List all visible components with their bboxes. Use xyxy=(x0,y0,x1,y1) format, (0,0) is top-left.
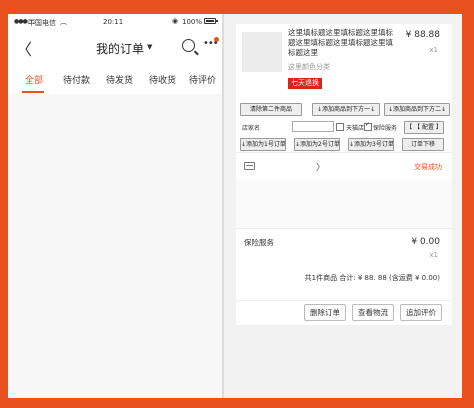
phone-divider xyxy=(222,14,224,398)
add-order-3-button[interactable]: ↓添加为3号订单 xyxy=(348,138,394,151)
carrier-label: 中国电信 xyxy=(28,19,56,27)
tmall-label: 天猫店 xyxy=(346,125,365,132)
product-title: 这里填标题这里填标题这里填标题这里填标题这里填标题这里填标题这里 xyxy=(288,28,393,57)
product-spec: 这里颜色分类 xyxy=(288,63,330,71)
nav-bar: 〈 我的订单 ▼ ••• xyxy=(8,30,222,66)
tab-pending-shipment[interactable]: 待发货 xyxy=(106,73,133,86)
back-icon[interactable]: 〈 xyxy=(16,36,32,60)
order-editor: 这里填标题这里填标题这里填标题这里填标题这里填标题这里填标题这里 这里颜色分类 … xyxy=(236,14,462,398)
order-tabs: 全部 待付款 待发货 待收货 待评价 xyxy=(8,66,222,95)
search-icon[interactable] xyxy=(182,39,195,52)
insurance-section: 保险服务 ¥ 0.00 x1 共1件商品 合计: ¥ 88. 88 (含运费 ¥… xyxy=(236,228,452,301)
location-icon: ◉ xyxy=(172,17,179,25)
clock: 20:11 xyxy=(103,18,124,26)
notification-dot xyxy=(214,37,219,42)
phone-preview: ●●●○○ 中国电信 ︵ 20:11 ◉ 100% 〈 我的订单 ▼ ••• 全… xyxy=(8,14,222,398)
tab-pending-review[interactable]: 待评价 xyxy=(189,73,216,86)
add-order-2-button[interactable]: ↓添加为2号订单 xyxy=(294,138,340,151)
order-actions: 删除订单 查看物流 追加评价 xyxy=(236,300,452,325)
tab-active-indicator xyxy=(22,91,44,93)
add-item-below-1-button[interactable]: ↓添加商品到下方一↓ xyxy=(312,103,380,116)
add-item-below-2-button[interactable]: ↓添加商品到下方二↓ xyxy=(384,103,450,116)
spacer xyxy=(236,180,452,228)
view-logistics-button[interactable]: 查看物流 xyxy=(352,304,394,321)
add-order-1-button[interactable]: ↓添加为1号订单 xyxy=(240,138,286,151)
chevron-right-icon[interactable]: 〉 xyxy=(316,160,325,173)
tab-all[interactable]: 全部 xyxy=(25,73,43,86)
product-quantity: x1 xyxy=(429,46,438,54)
return-badge: 七天退换 xyxy=(288,78,322,89)
order-summary: 共1件商品 合计: ¥ 88. 88 (含运费 ¥ 0.00) xyxy=(304,274,440,282)
shop-name-input[interactable] xyxy=(292,121,334,132)
order-list-area xyxy=(8,94,222,398)
product-price: ¥ 88.88 xyxy=(405,30,440,40)
shop-name-label: 店家名 xyxy=(242,125,261,132)
insurance-checkbox-label: 保险服务 xyxy=(373,125,398,132)
wifi-icon: ︵ xyxy=(60,18,67,26)
insurance-quantity: x1 xyxy=(429,251,438,259)
tab-pending-receipt[interactable]: 待收货 xyxy=(149,73,176,86)
order-move-down-button[interactable]: 订单下移 xyxy=(402,138,444,151)
shop-row[interactable]: 〉 交易成功 xyxy=(236,152,452,182)
insurance-checkbox[interactable] xyxy=(364,121,372,131)
insurance-price: ¥ 0.00 xyxy=(411,237,440,247)
battery-percent: 100% xyxy=(182,18,203,26)
add-review-button[interactable]: 追加评价 xyxy=(400,304,442,321)
order-card: 这里填标题这里填标题这里填标题这里填标题这里填标题这里填标题这里 这里颜色分类 … xyxy=(236,24,452,325)
insurance-label: 保险服务 xyxy=(244,238,274,247)
battery-icon xyxy=(204,18,218,24)
page-title[interactable]: 我的订单 xyxy=(96,40,144,57)
app-window: ●●●○○ 中国电信 ︵ 20:11 ◉ 100% 〈 我的订单 ▼ ••• 全… xyxy=(8,14,462,398)
caret-down-icon[interactable]: ▼ xyxy=(147,43,152,51)
tmall-checkbox[interactable] xyxy=(336,123,344,131)
clear-second-item-button[interactable]: 清除第二件商品 xyxy=(240,103,302,116)
product-thumbnail xyxy=(242,32,282,72)
config-button[interactable]: 【 【 配置 】 xyxy=(404,121,444,134)
trade-status: 交易成功 xyxy=(414,163,442,171)
tab-pending-payment[interactable]: 待付款 xyxy=(63,73,90,86)
delete-order-button[interactable]: 删除订单 xyxy=(304,304,346,321)
shop-icon xyxy=(244,162,255,170)
status-bar: ●●●○○ 中国电信 ︵ 20:11 ◉ 100% xyxy=(8,14,222,30)
